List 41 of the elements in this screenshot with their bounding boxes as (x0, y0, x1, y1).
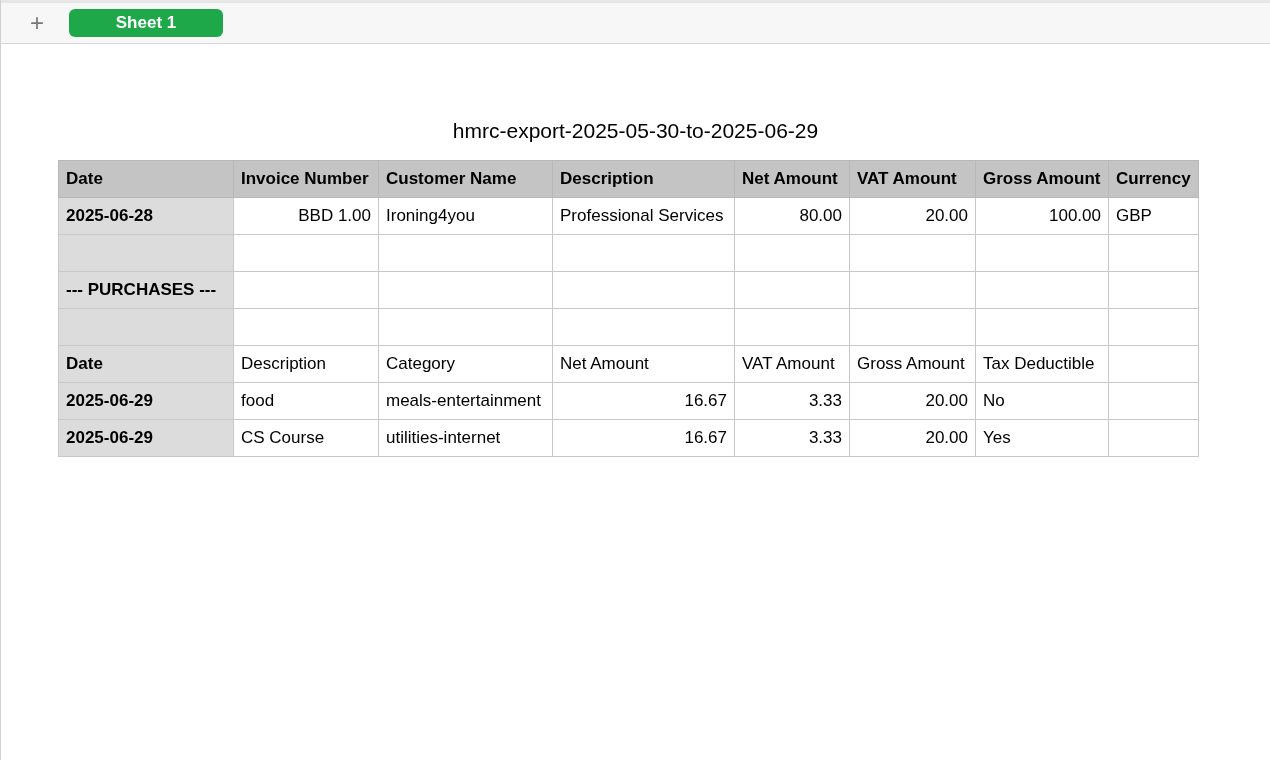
table-cell: Net Amount (552, 345, 735, 382)
add-sheet-button[interactable]: + (25, 11, 49, 35)
row-header-cell: 2025-06-28 (58, 197, 234, 234)
table-cell: Category (378, 345, 553, 382)
table-cell: 100.00 (975, 197, 1109, 234)
column-header: Invoice Number (233, 160, 379, 197)
row-header-cell: Date (58, 345, 234, 382)
column-header: Description (552, 160, 735, 197)
table-cell: utilities-internet (378, 419, 553, 456)
table-cell: food (233, 382, 379, 419)
table-cell: 3.33 (734, 382, 850, 419)
table-cell: Description (233, 345, 379, 382)
sheet-title: hmrc-export-2025-05-30-to-2025-06-29 (452, 118, 819, 144)
table-cell: 16.67 (552, 419, 735, 456)
column-header: Gross Amount (975, 160, 1109, 197)
table-cell: 20.00 (849, 419, 976, 456)
row-header-cell: 2025-06-29 (58, 419, 234, 456)
table-cell: Gross Amount (849, 345, 976, 382)
row-header-cell: 2025-06-29 (58, 382, 234, 419)
table-cell: CS Course (233, 419, 379, 456)
column-header: VAT Amount (849, 160, 976, 197)
table-cell: Yes (975, 419, 1109, 456)
table-cell: 20.00 (849, 197, 976, 234)
column-header: Date (58, 160, 234, 197)
table-cell: 80.00 (734, 197, 850, 234)
table-cell: No (975, 382, 1109, 419)
table-cell: 3.33 (734, 419, 850, 456)
row-header-cell: --- PURCHASES --- (58, 271, 234, 308)
column-header: Net Amount (734, 160, 850, 197)
table-cell: VAT Amount (734, 345, 850, 382)
table-cell: Ironing4you (378, 197, 553, 234)
column-header: Customer Name (378, 160, 553, 197)
table-cell: Tax Deductible (975, 345, 1109, 382)
table-cell: 16.67 (552, 382, 735, 419)
table-cell: GBP (1108, 197, 1199, 234)
table-cell: 20.00 (849, 382, 976, 419)
table-cell: Professional Services (552, 197, 735, 234)
column-header: Currency (1108, 160, 1199, 197)
sheet-tab[interactable]: Sheet 1 (69, 9, 223, 37)
table-cell: BBD 1.00 (233, 197, 379, 234)
table-cell: meals-entertainment (378, 382, 553, 419)
